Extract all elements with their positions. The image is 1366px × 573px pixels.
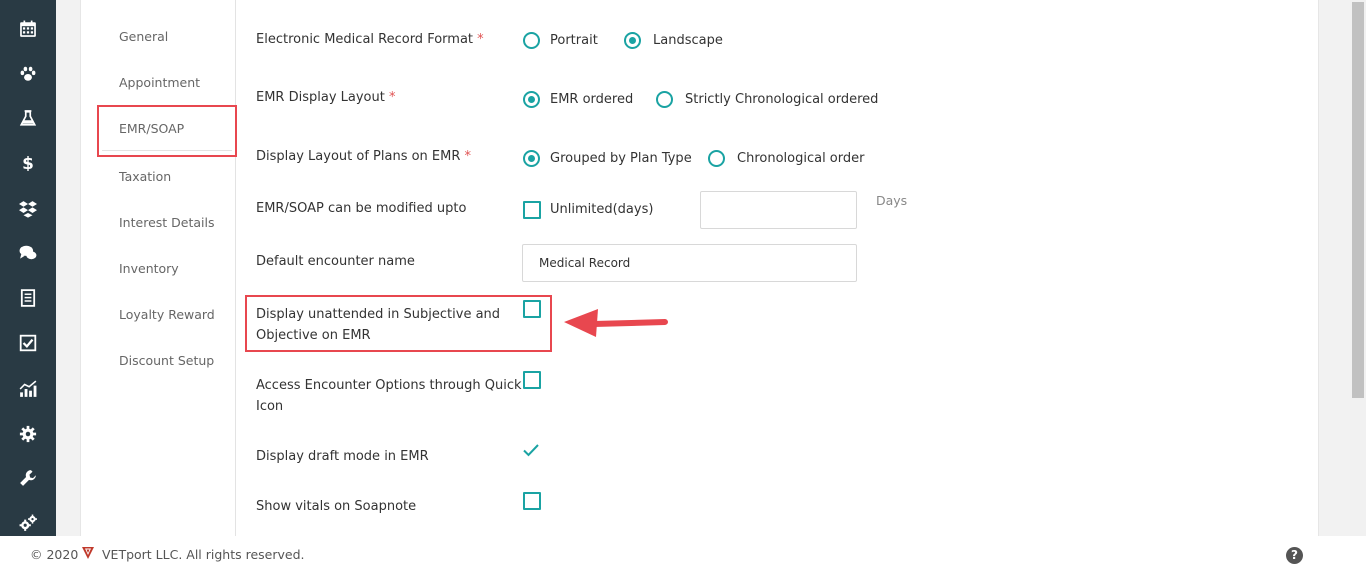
emr-display-layout-label-text: EMR Display Layout [256,90,385,105]
emr-display-layout-label: EMR Display Layout * [256,87,395,108]
radio-strictly-chronological-label[interactable]: Strictly Chronological ordered [685,92,878,107]
company-text: VETport LLC. All rights reserved. [102,547,305,562]
settings-panel: General Appointment EMR/SOAP Taxation In… [80,0,1319,536]
copyright-text: © 2020 [30,547,79,562]
required-mark: * [388,90,396,105]
modify-days-input[interactable] [700,191,857,229]
chat-icon[interactable] [18,243,38,263]
dollar-icon[interactable]: $ [18,152,38,172]
draft-mode-checkbox[interactable] [522,441,540,459]
draft-mode-label: Display draft mode in EMR [256,449,429,464]
required-mark: * [464,149,472,164]
default-encounter-label: Default encounter name [256,254,415,269]
highlight-box-emr-soap [97,105,237,157]
plans-layout-label: Display Layout of Plans on EMR * [256,146,471,167]
gears-icon[interactable] [18,513,38,533]
settings-subnav: General Appointment EMR/SOAP Taxation In… [81,0,236,536]
paw-icon[interactable] [18,64,38,84]
unlimited-days-label[interactable]: Unlimited(days) [550,202,653,217]
show-vitals-label: Show vitals on Soapnote [256,499,417,514]
red-arrow-icon [564,309,668,337]
help-icon[interactable]: ? [1286,547,1303,564]
modify-upto-label: EMR/SOAP can be modified upto [256,201,467,216]
calendar-icon[interactable] [18,19,38,39]
subnav-item-interest-details[interactable]: Interest Details [119,215,214,230]
radio-portrait[interactable] [523,32,540,49]
plans-layout-label-text: Display Layout of Plans on EMR [256,149,461,164]
quick-icon-label-line1: Access Encounter Options through Quick [256,378,522,393]
subnav-item-taxation[interactable]: Taxation [119,169,171,184]
unlimited-days-checkbox[interactable] [523,201,541,219]
checkmark-icon [523,444,539,457]
quick-icon-label: Access Encounter Options through Quick I… [256,375,522,417]
highlight-box-display-unattended [245,295,552,352]
checklist-icon[interactable] [18,333,38,353]
default-encounter-input[interactable] [522,244,857,282]
document-icon[interactable] [18,288,38,308]
wrench-icon[interactable] [18,468,38,488]
radio-chronological-order-label[interactable]: Chronological order [737,151,864,166]
emr-format-label: Electronic Medical Record Format * [256,29,484,50]
vetport-logo-icon [81,545,95,559]
svg-text:$: $ [22,153,34,171]
main-sidebar: $ [0,0,56,536]
flask-icon[interactable] [18,108,38,128]
gear-icon[interactable] [18,424,38,444]
radio-landscape-label[interactable]: Landscape [653,33,723,48]
days-unit-label: Days [876,193,908,208]
radio-grouped-by-plan-type-label[interactable]: Grouped by Plan Type [550,151,692,166]
subnav-item-discount-setup[interactable]: Discount Setup [119,353,214,368]
vertical-scrollbar[interactable] [1350,0,1366,536]
radio-landscape[interactable] [624,32,641,49]
footer: © 2020 VETport LLC. All rights reserved. [0,536,1366,573]
radio-chronological-order[interactable] [708,150,725,167]
radio-grouped-by-plan-type[interactable] [523,150,540,167]
emr-format-label-text: Electronic Medical Record Format [256,32,474,47]
boxes-icon[interactable] [18,199,38,219]
subnav-item-loyalty-reward[interactable]: Loyalty Reward [119,307,215,322]
radio-emr-ordered[interactable] [523,91,540,108]
subnav-item-appointment[interactable]: Appointment [119,75,200,90]
subnav-item-general[interactable]: General [119,29,168,44]
radio-emr-ordered-label[interactable]: EMR ordered [550,92,633,107]
show-vitals-checkbox[interactable] [523,492,541,510]
scrollbar-thumb[interactable] [1352,2,1364,398]
required-mark: * [477,32,484,47]
quick-icon-checkbox[interactable] [523,371,541,389]
subnav-item-inventory[interactable]: Inventory [119,261,179,276]
quick-icon-label-line2: Icon [256,399,284,414]
radio-portrait-label[interactable]: Portrait [550,33,598,48]
radio-strictly-chronological[interactable] [656,91,673,108]
chart-icon[interactable] [18,379,38,399]
